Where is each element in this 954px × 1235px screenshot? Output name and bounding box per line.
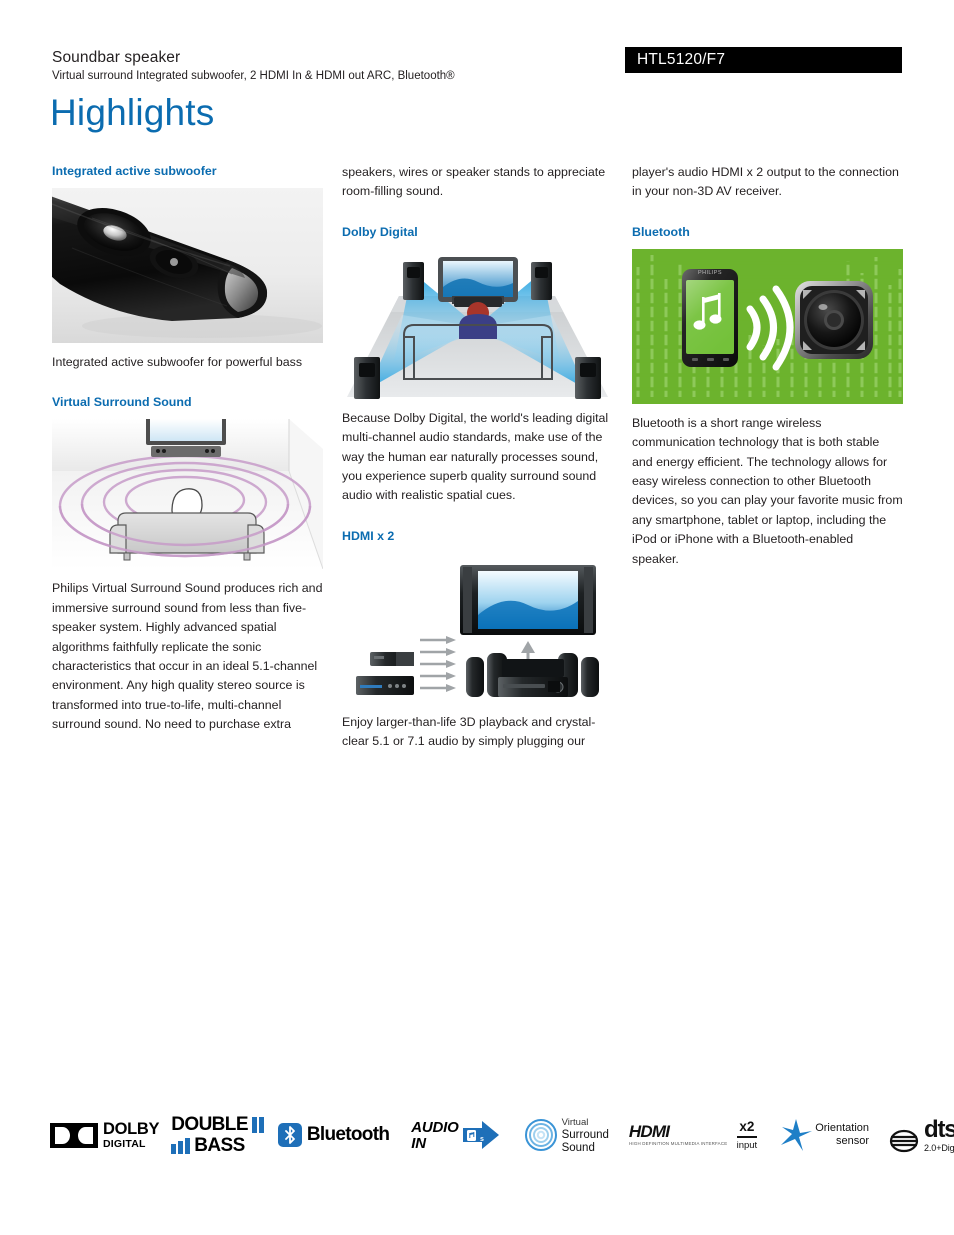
subwoofer-photo [52, 188, 323, 343]
hdmi-subtext: HIGH DEFINITION MULTIMEDIA INTERFACE [628, 1141, 728, 1147]
virtual-surround-wordmark: Virtual Surround Sound [562, 1116, 609, 1155]
svg-text:PHILIPS: PHILIPS [698, 270, 722, 276]
dts-swirl-icon [889, 1129, 919, 1153]
paragraph-dolby-digital: Because Dolby Digital, the world's leadi… [342, 410, 609, 503]
column-2: speakers, wires or speaker stands to app… [342, 163, 613, 752]
footer-logo-strip: DOLBY DIGITAL DOUBLE BASS Bluetooth AUDI… [50, 1104, 954, 1166]
dolby-digital-illustration [342, 248, 613, 399]
paragraph-virtual-surround-sound: Philips Virtual Surround Sound produces … [52, 581, 323, 732]
dolby-wordmark: DOLBY DIGITAL [103, 1120, 160, 1150]
section-heading-hdmi-x2: HDMI x 2 [342, 528, 395, 543]
dts-wordmark: dts™ 2.0+Digital Out [924, 1115, 954, 1153]
double-bass-row1: DOUBLE [171, 1115, 264, 1134]
double-bass-line2: BASS [194, 1135, 245, 1156]
product-category-title: Soundbar speaker [52, 49, 181, 66]
dts-label: dts™ [924, 1115, 954, 1143]
section-heading-virtual-surround-sound: Virtual Surround Sound [52, 395, 192, 410]
vss-line2: Surround [561, 1128, 609, 1141]
section-heading-bluetooth: Bluetooth [632, 224, 690, 239]
hdmi-logo: HDMI HIGH DEFINITION MULTIMEDIA INTERFAC… [628, 1122, 727, 1146]
audio-in-line2: IN [411, 1134, 426, 1152]
bluetooth-icon [277, 1123, 302, 1147]
product-feature-summary: Virtual surround Integrated subwoofer, 2… [52, 70, 455, 82]
audio-in-arrow-icon: s [462, 1120, 500, 1150]
paragraph-hdmi-continued: player's audio HDMI x 2 output to the co… [632, 165, 899, 199]
audio-in-line1: AUDIO [411, 1118, 459, 1136]
orientation-sensor-logo: Orientation sensor [779, 1118, 869, 1152]
bass-bars-icon [251, 1116, 264, 1133]
model-number-label: HTL5120/F7 [637, 51, 726, 68]
document-header: Soundbar speaker Virtual surround Integr… [52, 48, 455, 84]
double-bass-logo: DOUBLE BASS [171, 1115, 264, 1155]
x2-divider [736, 1136, 758, 1138]
dts-subtext: 2.0+Digital Out [924, 1142, 954, 1153]
orientation-line2: sensor [835, 1135, 869, 1147]
caption-integrated-active-subwoofer: Integrated active subwoofer for powerful… [52, 355, 303, 369]
x2-input-logo: x2 input [736, 1118, 758, 1151]
svg-text:s: s [480, 1136, 484, 1143]
double-bass-row2: BASS [171, 1136, 264, 1155]
highlights-columns: Integrated active subwoofer Integrated a… [52, 163, 904, 752]
page-title: Highlights [50, 92, 215, 133]
paragraph-hdmi-x2: Enjoy larger-than-life 3D playback and c… [342, 714, 596, 749]
dolby-double-d-icon [50, 1122, 98, 1148]
x2-label: input [736, 1139, 758, 1151]
dts-logo: dts™ 2.0+Digital Out [889, 1115, 954, 1153]
section-heading-integrated-active-subwoofer: Integrated active subwoofer [52, 164, 217, 178]
datasheet-page: Soundbar speaker Virtual surround Integr… [0, 0, 954, 1235]
paragraph-bluetooth: Bluetooth is a short range wireless comm… [632, 415, 903, 566]
bass-bars-icon [171, 1137, 191, 1154]
orientation-line1: Orientation [815, 1122, 869, 1134]
vss-line1: Virtual [561, 1116, 589, 1128]
hdmi-illustration [342, 552, 613, 703]
vss-line3: Sound [561, 1141, 595, 1154]
section-heading-dolby-digital: Dolby Digital [342, 224, 418, 239]
dolby-digital-logo: DOLBY DIGITAL [50, 1120, 160, 1150]
virtual-surround-sound-logo: Virtual Surround Sound [524, 1116, 609, 1155]
model-number-bar: HTL5120/F7 [625, 47, 902, 73]
audio-in-wordmark: AUDIO IN [411, 1118, 459, 1152]
orientation-star-icon [779, 1118, 813, 1152]
dolby-line1: DOLBY [103, 1120, 160, 1138]
bluetooth-logo: Bluetooth [277, 1123, 390, 1147]
bluetooth-wordmark: Bluetooth [306, 1124, 390, 1145]
paragraph-virtual-surround-continued: speakers, wires or speaker stands to app… [342, 165, 606, 199]
orientation-wordmark: Orientation sensor [815, 1122, 869, 1148]
audio-in-logo: AUDIO IN s [411, 1120, 499, 1151]
surround-rings-icon [524, 1118, 558, 1152]
dolby-line2: DIGITAL [103, 1137, 146, 1150]
column-3: player's audio HDMI x 2 output to the co… [632, 163, 903, 752]
hdmi-wordmark: HDMI [628, 1122, 670, 1142]
double-bass-line1: DOUBLE [171, 1114, 248, 1135]
bluetooth-illustration: PHILIPS [632, 248, 903, 404]
column-1: Integrated active subwoofer Integrated a… [52, 163, 323, 752]
x2-count: x2 [739, 1118, 755, 1134]
virtual-surround-illustration [52, 419, 323, 570]
